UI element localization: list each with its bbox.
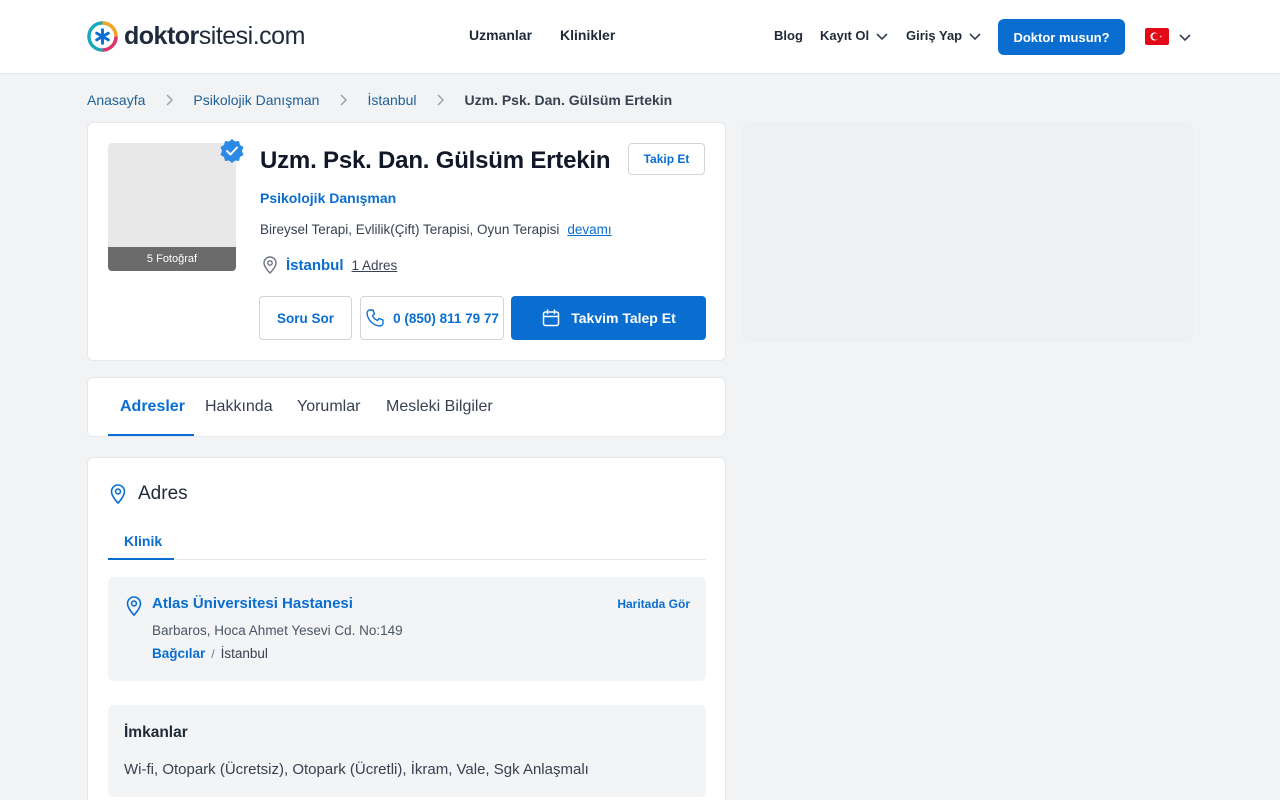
subtab-divider bbox=[108, 559, 706, 560]
amenities-box: İmkanlar Wi-fi, Otopark (Ücretsiz), Otop… bbox=[108, 705, 706, 797]
phone-icon bbox=[366, 309, 384, 327]
calendar-icon bbox=[542, 309, 560, 327]
logo-wordmark: doktorsitesi.com bbox=[124, 22, 305, 51]
tab-hakkinda[interactable]: Hakkında bbox=[205, 398, 273, 416]
request-calendar-button[interactable]: Takvim Talep Et bbox=[511, 296, 706, 340]
doctor-location: İstanbul 1 Adres bbox=[260, 255, 397, 275]
asterisk-logo-icon bbox=[87, 20, 118, 52]
logo-thin-text: sitesi.com bbox=[198, 21, 306, 50]
phone-number: 0 (850) 811 79 77 bbox=[393, 310, 499, 326]
nav-blog[interactable]: Blog bbox=[774, 28, 803, 43]
profile-card: 5 Fotoğraf Uzm. Psk. Dan. Gülsüm Ertekin… bbox=[87, 122, 726, 361]
active-subtab-indicator bbox=[108, 558, 174, 560]
therapy-list: Bireysel Terapi, Evlilik(Çift) Terapisi,… bbox=[260, 222, 612, 237]
location-pin-icon bbox=[263, 256, 277, 274]
clinic-street: Barbaros, Hoca Ahmet Yesevi Cd. No:149 bbox=[152, 623, 403, 638]
breadcrumb: Anasayfa Psikolojik Danışman İstanbul Uz… bbox=[87, 92, 672, 108]
ask-question-button[interactable]: Soru Sor bbox=[259, 296, 352, 340]
address-count-link[interactable]: 1 Adres bbox=[352, 258, 398, 273]
language-chevron-down-icon[interactable] bbox=[1178, 30, 1192, 44]
location-pin-icon bbox=[110, 484, 126, 505]
amenities-list: Wi-fi, Otopark (Ücretsiz), Otopark (Ücre… bbox=[124, 761, 589, 778]
site-logo[interactable]: doktorsitesi.com bbox=[87, 20, 305, 52]
district-separator: / bbox=[211, 646, 215, 661]
nav-login-label: Giriş Yap bbox=[906, 28, 963, 43]
doctor-cta-button[interactable]: Doktor musun? bbox=[998, 19, 1125, 55]
verified-badge-icon bbox=[220, 139, 244, 163]
more-link[interactable]: devamı bbox=[567, 222, 611, 237]
clinic-name-link[interactable]: Atlas Üniversitesi Hastanesi bbox=[152, 595, 353, 612]
active-tab-indicator bbox=[108, 434, 194, 436]
chevron-down-icon bbox=[876, 32, 888, 40]
ask-question-label: Soru Sor bbox=[276, 310, 334, 326]
chevron-right-icon bbox=[340, 94, 348, 106]
logo-bold-text: doktor bbox=[124, 21, 199, 50]
clinic-district-line: Bağcılar / İstanbul bbox=[152, 646, 268, 661]
clinic-address-box: Atlas Üniversitesi Hastanesi Haritada Gö… bbox=[108, 577, 706, 681]
tab-adresler[interactable]: Adresler bbox=[120, 398, 185, 416]
chevron-right-icon bbox=[166, 94, 174, 106]
phone-button[interactable]: 0 (850) 811 79 77 bbox=[360, 296, 504, 340]
doctor-specialty[interactable]: Psikolojik Danışman bbox=[260, 190, 396, 206]
crescent-star-icon bbox=[1150, 32, 1162, 41]
tab-mesleki-bilgiler[interactable]: Mesleki Bilgiler bbox=[386, 398, 493, 416]
sidebar-placeholder bbox=[742, 122, 1193, 342]
calendar-label: Takvim Talep Et bbox=[571, 310, 676, 326]
nav-login-dropdown[interactable]: Giriş Yap bbox=[906, 28, 982, 43]
breadcrumb-city[interactable]: İstanbul bbox=[367, 92, 416, 108]
tr-flag-icon[interactable] bbox=[1145, 28, 1169, 45]
nav-klinikler[interactable]: Klinikler bbox=[560, 27, 615, 43]
therapy-text: Bireysel Terapi, Evlilik(Çift) Terapisi,… bbox=[260, 222, 560, 237]
district-link[interactable]: Bağcılar bbox=[152, 646, 205, 661]
clinic-city: İstanbul bbox=[220, 646, 268, 661]
site-header: doktorsitesi.com Uzmanlar Klinikler Blog… bbox=[0, 0, 1280, 74]
breadcrumb-specialty[interactable]: Psikolojik Danışman bbox=[193, 92, 319, 108]
subtab-klinik[interactable]: Klinik bbox=[124, 533, 162, 549]
amenities-title: İmkanlar bbox=[124, 724, 188, 741]
nav-register-label: Kayıt Ol bbox=[820, 28, 870, 43]
main-nav: Uzmanlar Klinikler bbox=[469, 27, 615, 43]
profile-photo[interactable]: 5 Fotoğraf bbox=[108, 143, 236, 271]
photo-count-label: 5 Fotoğraf bbox=[108, 247, 236, 271]
chevron-down-icon bbox=[969, 32, 981, 40]
address-section: Adres Klinik Atlas Üniversitesi Hastanes… bbox=[87, 457, 726, 800]
location-pin-icon bbox=[126, 596, 142, 617]
nav-blog-label: Blog bbox=[774, 28, 803, 43]
tab-yorumlar[interactable]: Yorumlar bbox=[297, 398, 360, 416]
nav-uzmanlar[interactable]: Uzmanlar bbox=[469, 27, 532, 43]
follow-button[interactable]: Takip Et bbox=[628, 143, 705, 175]
profile-tabs: Adresler Hakkında Yorumlar Mesleki Bilgi… bbox=[87, 377, 726, 437]
location-city[interactable]: İstanbul bbox=[286, 257, 344, 274]
show-on-map-link[interactable]: Haritada Gör bbox=[617, 597, 690, 611]
chevron-right-icon bbox=[437, 94, 445, 106]
breadcrumb-home[interactable]: Anasayfa bbox=[87, 92, 145, 108]
address-title: Adres bbox=[138, 483, 188, 504]
doctor-name: Uzm. Psk. Dan. Gülsüm Ertekin bbox=[260, 147, 611, 174]
breadcrumb-current: Uzm. Psk. Dan. Gülsüm Ertekin bbox=[464, 92, 673, 108]
address-heading: Adres bbox=[108, 483, 188, 505]
nav-register-dropdown[interactable]: Kayıt Ol bbox=[820, 28, 889, 43]
